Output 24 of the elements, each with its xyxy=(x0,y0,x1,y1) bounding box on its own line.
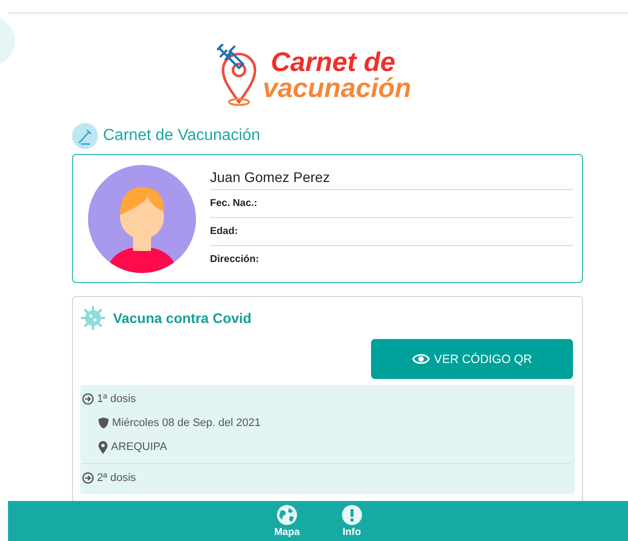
qr-code-button[interactable]: VER CÓDIGO QR xyxy=(371,339,573,379)
virus-icon xyxy=(80,305,106,331)
arrow-circle-icon xyxy=(82,393,94,405)
dose-title: 2ª dosis xyxy=(97,472,136,484)
syringe-icon xyxy=(72,123,98,149)
dose-date: Miércoles 08 de Sep. del 2021 xyxy=(112,417,261,429)
field-label: Dirección: xyxy=(210,252,260,266)
person-name: Juan Gomez Perez xyxy=(210,164,573,190)
dose-place: AREQUIPA xyxy=(111,441,168,453)
shield-icon xyxy=(98,417,109,429)
globe-icon xyxy=(277,504,297,524)
nav-item[interactable]: Mapa xyxy=(274,501,300,541)
logo-title: Carnet de xyxy=(270,49,396,75)
nav-item[interactable]: Info xyxy=(342,501,362,541)
field-label: Fec. Nac.: xyxy=(210,190,573,218)
section-title: Carnet de Vacunación xyxy=(103,127,260,145)
dose-title: 1ª dosis xyxy=(97,393,136,405)
logo-subtitle: vacunación xyxy=(262,75,412,101)
field-label: Edad: xyxy=(210,218,573,246)
alert-icon xyxy=(342,504,362,524)
arrow-circle-icon xyxy=(82,472,94,484)
vaccine-title: Vacuna contra Covid xyxy=(113,310,252,326)
eye-icon xyxy=(412,353,430,365)
location-pin-icon xyxy=(98,440,108,454)
